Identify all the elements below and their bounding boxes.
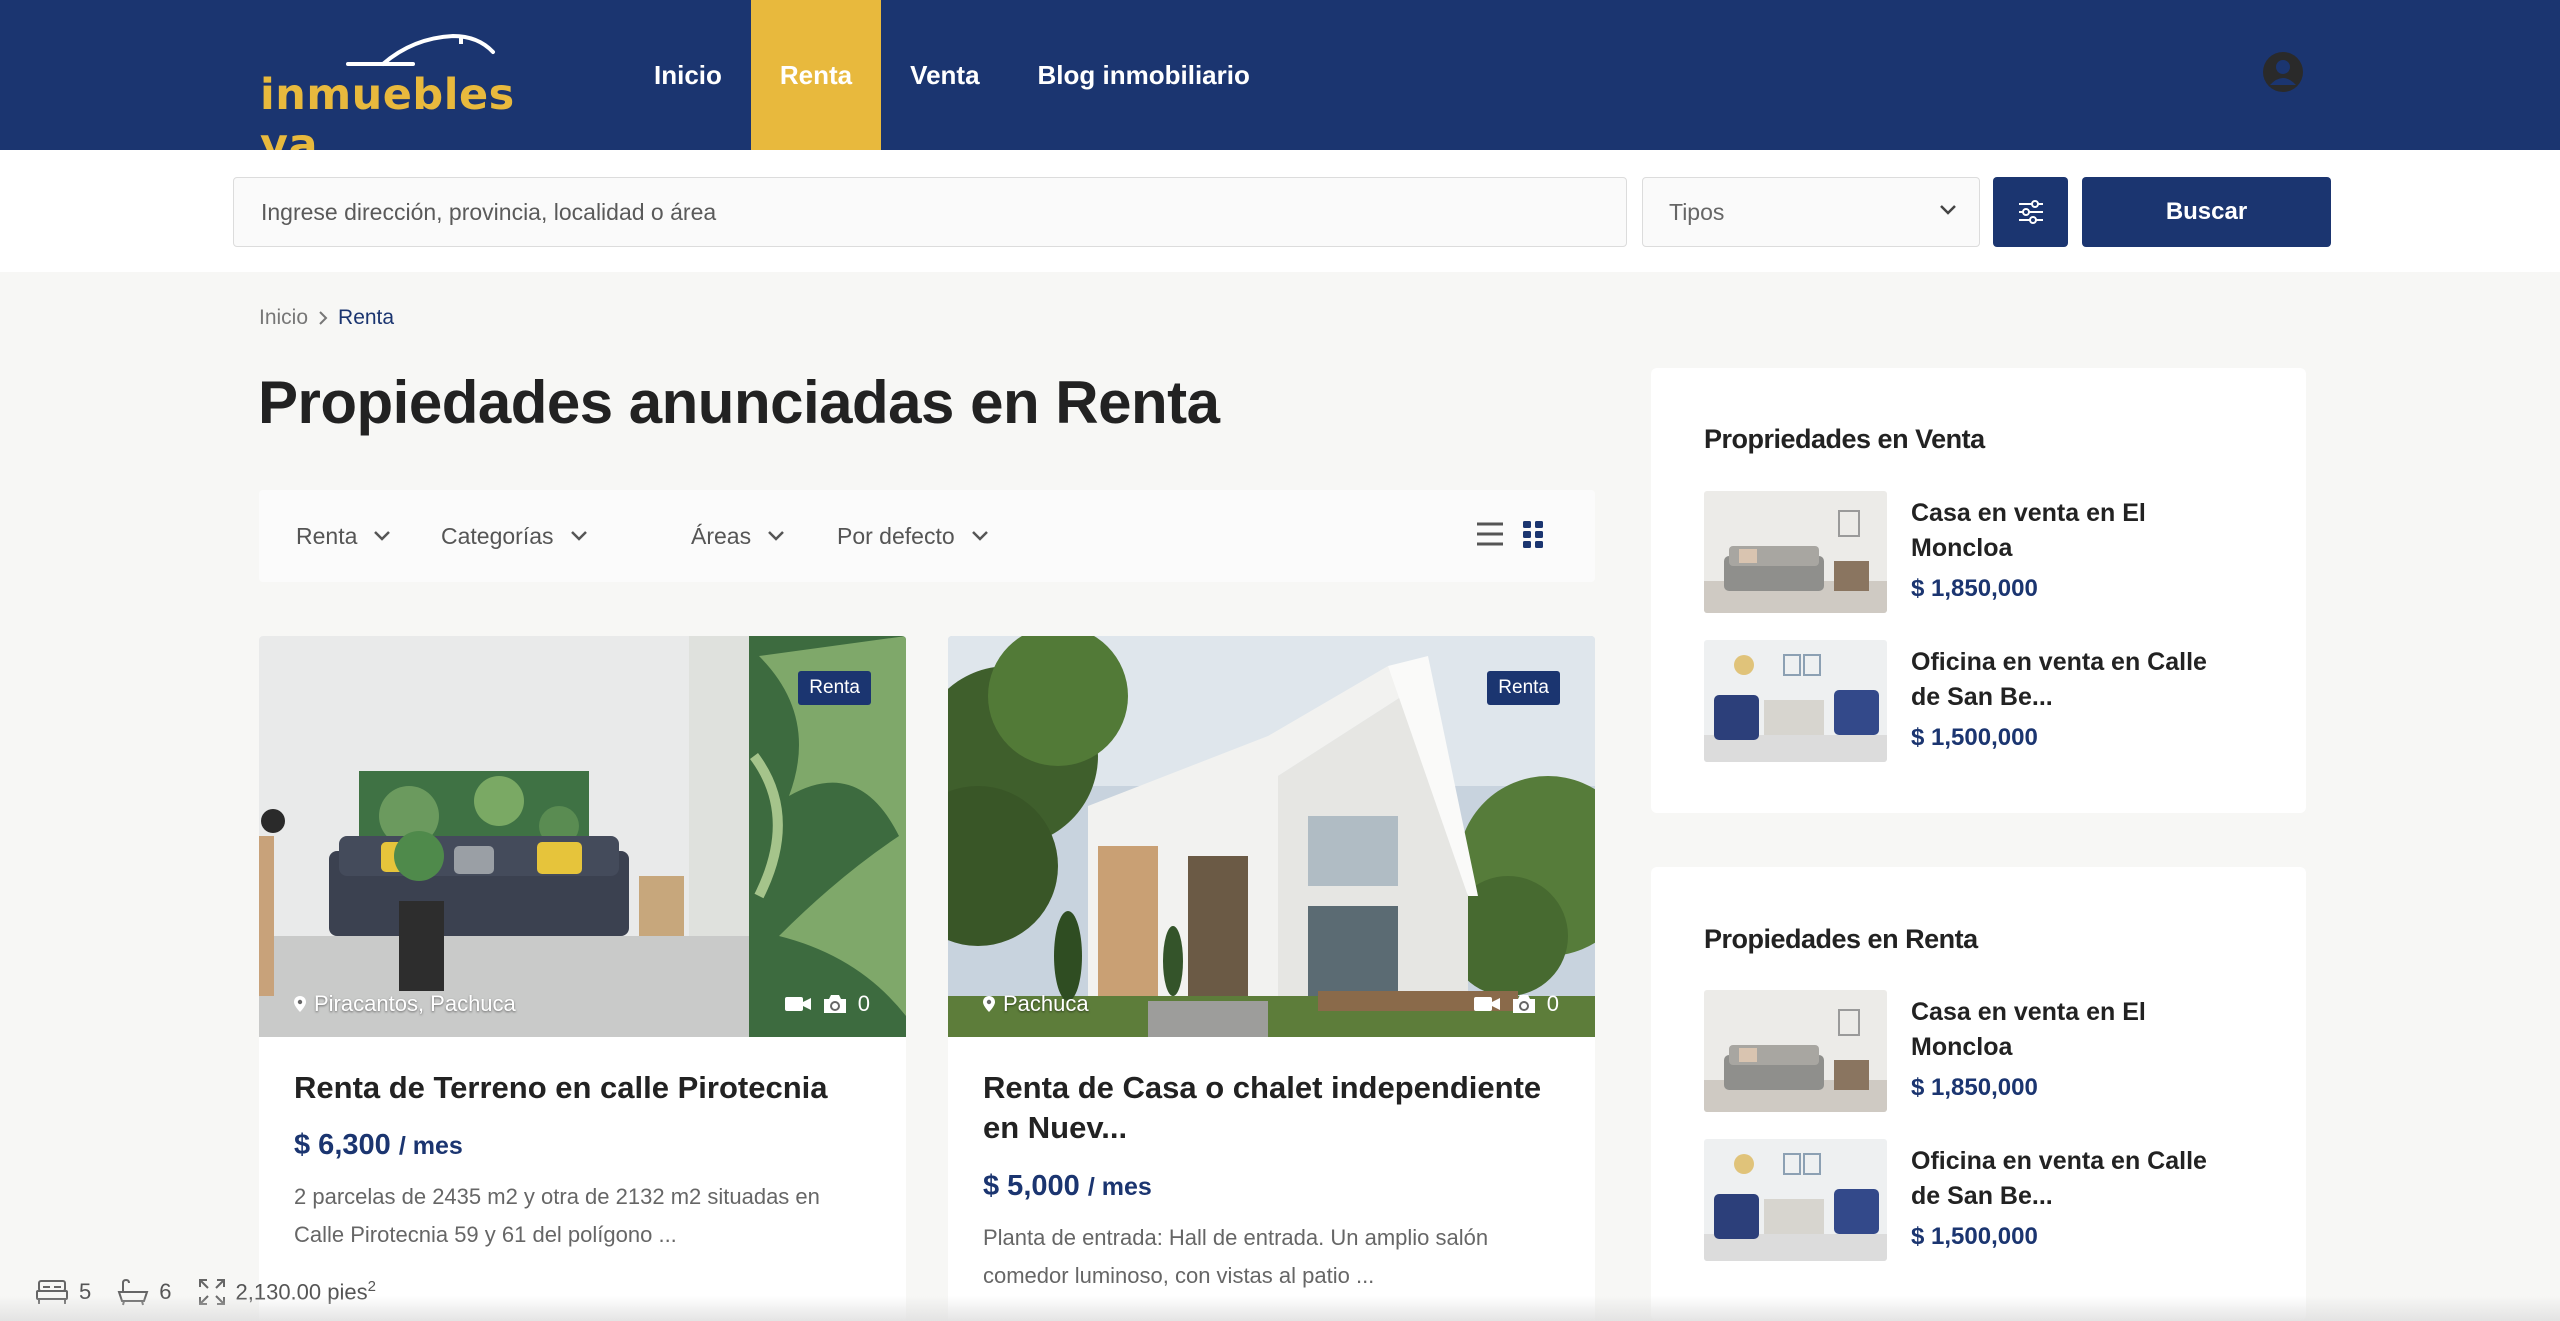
- sidebar-title: Propiedades en Renta: [1704, 924, 1978, 954]
- types-label: Tipos: [1669, 198, 1725, 225]
- listing-thumbnail[interactable]: [1704, 640, 1887, 762]
- grid-view-icon[interactable]: [1521, 520, 1545, 548]
- chevron-right-icon: [319, 311, 328, 325]
- sidebar-listing-price: $ 1,500,000: [1911, 724, 2038, 751]
- chevron-down-icon: [768, 531, 784, 541]
- listing-badge: Renta: [1487, 671, 1560, 705]
- filter-areas[interactable]: Áreas: [691, 490, 785, 582]
- map-pin-icon: [983, 996, 995, 1012]
- price-amount: $ 6,300: [294, 1129, 391, 1161]
- video-icon: [784, 997, 811, 1011]
- photo-count: 0: [1546, 991, 1559, 1016]
- listing-location: Piracantos, Pachuca: [293, 991, 516, 1017]
- sidebar-listing[interactable]: Oficina en venta en Calle de San Be... $…: [1704, 1139, 2264, 1261]
- office-room-thumb: [1704, 640, 1887, 762]
- listing-card[interactable]: Renta Pachuca 0 Renta de Casa o chalet i…: [948, 636, 1595, 1321]
- roof-logo-icon: [346, 33, 495, 66]
- nav-renta[interactable]: Renta: [750, 0, 882, 150]
- search-input[interactable]: [233, 177, 1627, 247]
- filter-label: Por defecto: [837, 522, 955, 549]
- breadcrumb: Inicio Renta: [259, 306, 394, 330]
- main-nav: Inicio Renta Venta Blog inmobiliario: [625, 0, 1279, 150]
- listing-badge: Renta: [798, 671, 871, 705]
- filter-categories[interactable]: Categorías: [441, 490, 588, 582]
- camera-icon: [1512, 995, 1535, 1013]
- search-button[interactable]: Buscar: [2082, 177, 2331, 247]
- sidebar-listing-price: $ 1,850,000: [1911, 1074, 2038, 1101]
- office-room-thumb: [1704, 1139, 1887, 1261]
- breadcrumb-home[interactable]: Inicio: [259, 306, 308, 330]
- chevron-down-icon: [971, 531, 988, 541]
- listing-description: 2 parcelas de 2435 m2 y otra de 2132 m2 …: [294, 1184, 820, 1247]
- listing-thumbnail[interactable]: [1704, 1139, 1887, 1261]
- media-indicators: 0: [1473, 991, 1559, 1017]
- chevron-down-icon: [570, 531, 587, 541]
- location-text: Pachuca: [1003, 991, 1089, 1016]
- listing-photo[interactable]: Renta Pachuca 0: [948, 636, 1595, 1037]
- sidebar-sale-box: Propriedades en Venta Casa en venta en E…: [1651, 368, 2306, 813]
- sidebar-rent-box: Propiedades en Renta Casa en venta en El…: [1651, 867, 2306, 1321]
- price-period: / mes: [398, 1132, 463, 1160]
- breadcrumb-current: Renta: [338, 306, 395, 329]
- sidebar-listing-name[interactable]: Casa en venta en El Moncloa: [1911, 995, 2241, 1065]
- filters-bar: Renta Categorías Áreas Por defecto: [259, 490, 1595, 582]
- price-period: / mes: [1087, 1173, 1152, 1201]
- photo-count: 0: [857, 991, 870, 1016]
- bottom-fade: [0, 1296, 2560, 1321]
- listing-title[interactable]: Renta de Casa o chalet independiente en …: [983, 1068, 1573, 1148]
- types-select[interactable]: Tipos: [1642, 177, 1980, 247]
- sidebar-listing-name[interactable]: Casa en venta en El Moncloa: [1911, 496, 2241, 566]
- map-pin-icon: [294, 996, 306, 1012]
- sliders-icon: [2018, 200, 2043, 224]
- listing-location: Pachuca: [982, 991, 1089, 1017]
- listing-thumbnail[interactable]: [1704, 990, 1887, 1112]
- listing-card[interactable]: Renta Piracantos, Pachuca 0 Renta de Ter…: [259, 636, 906, 1321]
- media-indicators: 0: [784, 991, 870, 1017]
- listing-price: $ 6,300 / mes: [294, 1129, 463, 1162]
- filter-label: Áreas: [691, 522, 752, 549]
- list-view-icon[interactable]: [1475, 520, 1505, 548]
- nav-inicio[interactable]: Inicio: [625, 0, 751, 150]
- sofa-room-thumb: [1704, 990, 1887, 1112]
- listing-title[interactable]: Renta de Terreno en calle Pirotecnia: [294, 1068, 884, 1108]
- filter-label: Renta: [296, 522, 358, 549]
- user-circle-icon[interactable]: [2262, 51, 2304, 93]
- sofa-room-thumb: [1704, 491, 1887, 613]
- sidebar-listing-name[interactable]: Oficina en venta en Calle de San Be...: [1911, 1144, 2241, 1214]
- filter-status[interactable]: Renta: [296, 490, 391, 582]
- sidebar-listing[interactable]: Casa en venta en El Moncloa $ 1,850,000: [1704, 491, 2264, 613]
- video-icon: [1473, 997, 1500, 1011]
- filter-label: Categorías: [441, 522, 554, 549]
- sidebar-listing[interactable]: Casa en venta en El Moncloa $ 1,850,000: [1704, 990, 2264, 1112]
- filter-sort[interactable]: Por defecto: [837, 490, 989, 582]
- sidebar-listing-price: $ 1,850,000: [1911, 575, 2038, 602]
- listing-price: $ 5,000 / mes: [983, 1170, 1152, 1203]
- camera-icon: [823, 995, 846, 1013]
- chevron-down-icon: [1940, 205, 1956, 215]
- nav-venta[interactable]: Venta: [881, 0, 1008, 150]
- listing-thumbnail[interactable]: [1704, 491, 1887, 613]
- sidebar-title: Propriedades en Venta: [1704, 424, 1985, 454]
- listing-photo[interactable]: Renta Piracantos, Pachuca 0: [259, 636, 906, 1037]
- logo[interactable]: inmuebles ya: [258, 30, 538, 170]
- listing-description: Planta de entrada: Hall de entrada. Un a…: [983, 1225, 1489, 1288]
- sidebar-listing-price: $ 1,500,000: [1911, 1223, 2038, 1250]
- advanced-filter-button[interactable]: [1993, 177, 2068, 247]
- area-unit-sup: 2: [367, 1278, 376, 1296]
- sidebar-listing[interactable]: Oficina en venta en Calle de San Be... $…: [1704, 640, 2264, 762]
- page-title: Propiedades anunciadas en Renta: [258, 369, 1220, 436]
- sidebar-listing-name[interactable]: Oficina en venta en Calle de San Be...: [1911, 645, 2241, 715]
- location-text: Piracantos, Pachuca: [314, 991, 516, 1016]
- chevron-down-icon: [374, 531, 391, 541]
- price-amount: $ 5,000: [983, 1170, 1080, 1202]
- site-header: inmuebles ya Inicio Renta Venta Blog inm…: [0, 0, 2560, 170]
- nav-blog[interactable]: Blog inmobiliario: [1009, 0, 1279, 150]
